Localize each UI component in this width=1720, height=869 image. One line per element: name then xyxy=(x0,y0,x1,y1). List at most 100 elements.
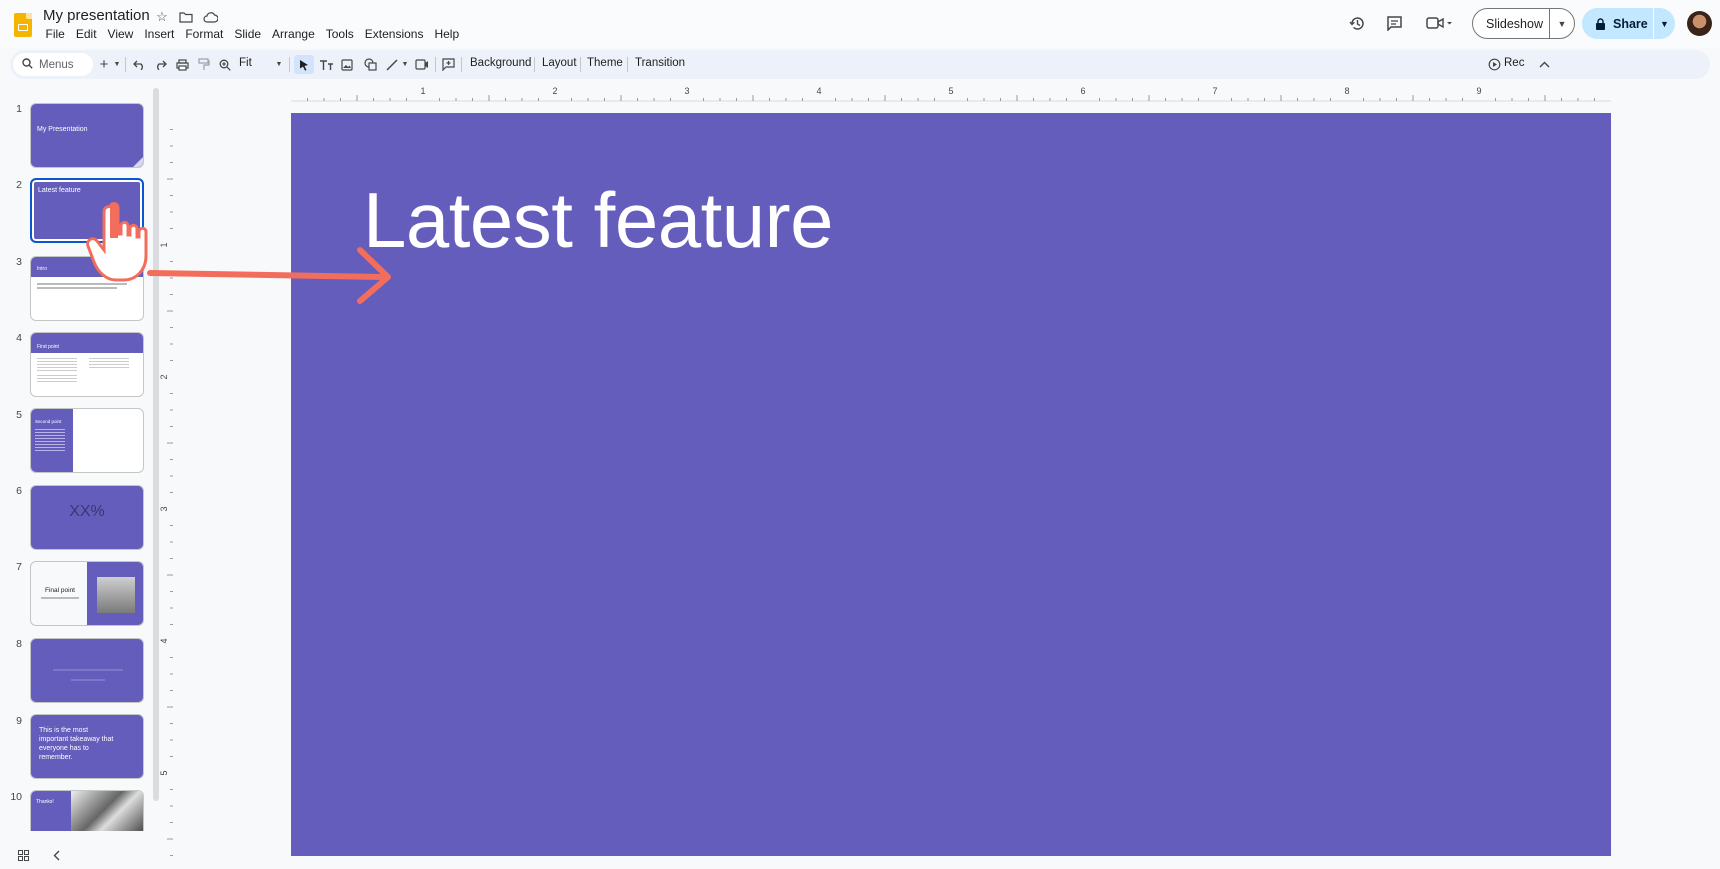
line-dropdown-icon[interactable]: ▼ xyxy=(400,55,410,74)
divider xyxy=(461,57,462,72)
thumbnail-title: Thanks! xyxy=(36,799,54,805)
redo-icon[interactable] xyxy=(152,55,168,74)
document-title[interactable]: My presentation xyxy=(43,7,150,24)
thumbnail-title: First point xyxy=(37,344,59,350)
share-button[interactable]: Share ▼ xyxy=(1582,8,1675,39)
version-history-icon[interactable] xyxy=(1347,13,1367,33)
ruler-label: 1 xyxy=(159,242,169,247)
slide-number: 7 xyxy=(16,561,22,573)
print-icon[interactable] xyxy=(174,55,190,74)
insert-image-icon[interactable] xyxy=(339,55,355,74)
text-box-icon[interactable] xyxy=(317,55,335,74)
menu-view[interactable]: View xyxy=(102,27,139,41)
line-icon[interactable] xyxy=(384,55,400,74)
meet-video-icon[interactable] xyxy=(1424,13,1456,33)
record-icon[interactable] xyxy=(1486,55,1502,74)
ruler-label: 4 xyxy=(159,638,169,643)
share-dropdown-icon[interactable]: ▼ xyxy=(1654,19,1675,29)
thumbnail-title: XX% xyxy=(69,503,105,520)
slideshow-dropdown-icon[interactable]: ▼ xyxy=(1550,19,1574,29)
slide-number: 1 xyxy=(16,103,22,115)
menu-tools[interactable]: Tools xyxy=(320,27,359,41)
undo-icon[interactable] xyxy=(131,55,147,74)
collapse-toolbar-icon[interactable] xyxy=(1536,55,1552,74)
text-column xyxy=(37,358,77,372)
thumbnail-title: Second point xyxy=(35,419,62,424)
lock-icon xyxy=(1595,17,1607,30)
move-folder-icon[interactable] xyxy=(178,9,194,25)
menus-search-label: Menus xyxy=(39,58,74,71)
collapse-filmstrip-icon[interactable] xyxy=(53,850,60,864)
grid-view-icon[interactable] xyxy=(18,850,29,864)
slide-title-textbox[interactable]: Latest feature xyxy=(363,175,834,266)
slideshow-button[interactable]: Slideshow ▼ xyxy=(1472,8,1575,39)
divider xyxy=(125,57,126,72)
slide-thumbnail-2[interactable]: Latest feature xyxy=(30,178,144,243)
title-bar: My presentation ☆ File Edit View Insert … xyxy=(0,0,1720,48)
menus-search-input[interactable]: Menus xyxy=(13,53,93,76)
menu-extensions[interactable]: Extensions xyxy=(359,27,429,41)
slide-filmstrip: 1 My Presentation 2 Latest feature 3 Int… xyxy=(0,88,158,858)
text-lines xyxy=(35,429,65,453)
insert-video-icon[interactable] xyxy=(414,55,430,74)
menu-file[interactable]: File xyxy=(40,27,70,41)
divider xyxy=(289,57,290,72)
menu-help[interactable]: Help xyxy=(429,27,465,41)
menu-slide[interactable]: Slide xyxy=(229,27,267,41)
slide-thumbnail-10[interactable]: Thanks! xyxy=(30,790,144,831)
comments-icon[interactable] xyxy=(1384,13,1404,33)
slide-thumbnail-3[interactable]: Intro xyxy=(30,256,144,321)
slide-thumbnail-7[interactable]: Final point xyxy=(30,561,144,626)
slide-thumbnail-9[interactable]: This is the most important takeaway that… xyxy=(30,714,144,779)
cloud-status-icon[interactable] xyxy=(202,9,218,25)
slide-canvas[interactable]: Latest feature xyxy=(291,113,1611,856)
text-line xyxy=(53,669,123,671)
shape-icon[interactable] xyxy=(362,55,378,74)
theme-button[interactable]: Theme xyxy=(587,57,623,69)
rec-button[interactable]: Rec xyxy=(1504,57,1524,69)
text-column xyxy=(89,358,129,368)
text-line xyxy=(41,597,79,599)
slide-thumbnail-4[interactable]: First point xyxy=(30,332,144,397)
star-icon[interactable]: ☆ xyxy=(154,9,170,25)
header-band xyxy=(31,257,143,277)
vertical-ruler: 1 2 3 4 5 xyxy=(159,129,173,856)
slide-thumbnail-5[interactable]: Second point xyxy=(30,408,144,473)
new-slide-icon[interactable]: + xyxy=(96,55,112,74)
ruler-label: 7 xyxy=(1212,86,1217,96)
menu-arrange[interactable]: Arrange xyxy=(267,27,321,41)
slide-thumbnail-1[interactable]: My Presentation xyxy=(30,103,144,168)
zoom-icon[interactable] xyxy=(217,55,233,74)
menu-insert[interactable]: Insert xyxy=(139,27,180,41)
ruler-label: 5 xyxy=(159,770,169,775)
slide-thumbnail-8[interactable] xyxy=(30,638,144,703)
thumbnail-title: Latest feature xyxy=(38,187,81,194)
ruler-label: 2 xyxy=(159,374,169,379)
select-tool-icon[interactable] xyxy=(294,55,314,74)
ruler-label: 6 xyxy=(1080,86,1085,96)
ruler-label: 8 xyxy=(1344,86,1349,96)
slide-number: 2 xyxy=(16,179,22,191)
transition-button[interactable]: Transition xyxy=(635,57,685,69)
new-slide-dropdown-icon[interactable]: ▼ xyxy=(112,55,122,74)
background-button[interactable]: Background xyxy=(470,57,531,69)
slide-number: 4 xyxy=(16,332,22,344)
layout-button[interactable]: Layout xyxy=(542,57,577,69)
thumbnail-title: Final point xyxy=(45,587,75,594)
ruler-label: 3 xyxy=(159,506,169,511)
zoom-level[interactable]: Fit xyxy=(239,57,252,69)
slides-logo-icon[interactable] xyxy=(14,13,32,37)
menu-format[interactable]: Format xyxy=(180,27,229,41)
divider xyxy=(534,57,535,72)
account-avatar[interactable] xyxy=(1687,11,1712,36)
zoom-dropdown-icon[interactable]: ▼ xyxy=(274,55,284,74)
slide-thumbnail-6[interactable]: XX% xyxy=(30,485,144,550)
paint-format-icon[interactable] xyxy=(196,55,212,74)
search-icon xyxy=(22,57,33,72)
add-comment-icon[interactable] xyxy=(440,55,456,74)
menu-edit[interactable]: Edit xyxy=(70,27,102,41)
text-line xyxy=(37,283,127,285)
corner-decoration xyxy=(133,157,143,167)
header-band xyxy=(31,333,143,353)
slideshow-label: Slideshow xyxy=(1486,16,1543,31)
